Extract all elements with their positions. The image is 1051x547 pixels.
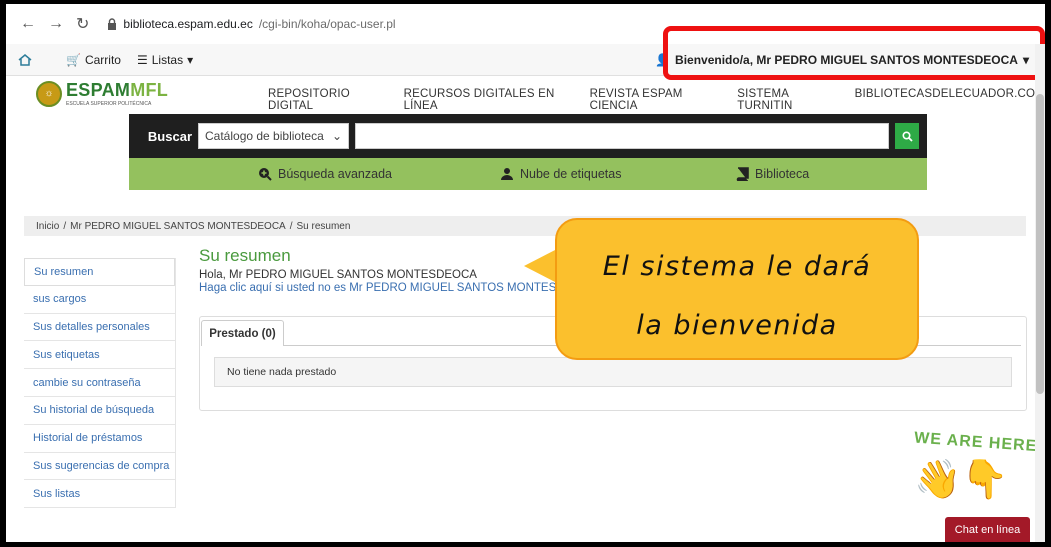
sidebar-item-summary[interactable]: Su resumen (24, 258, 175, 286)
lists-menu[interactable]: ☰ Listas ▾ (137, 53, 193, 67)
sidebar-item-suggestions[interactable]: Sus sugerencias de compra (24, 453, 175, 481)
nav-link-turnitin[interactable]: SISTEMA TURNITIN (737, 88, 832, 112)
sidebar-item-charges[interactable]: sus cargos (24, 286, 175, 314)
back-icon[interactable]: ← (20, 15, 36, 33)
search-scope-value: Catálogo de biblioteca (205, 129, 324, 143)
search-input[interactable] (355, 123, 889, 149)
breadcrumb-user[interactable]: Mr PEDRO MIGUEL SANTOS MONTESDEOCA (70, 221, 286, 232)
sidebar-item-password[interactable]: cambie su contraseña (24, 369, 175, 397)
scrollbar[interactable] (1035, 44, 1045, 542)
logo-brand: ESPAMMFL (66, 80, 169, 100)
callout-tail (524, 249, 557, 283)
lock-icon (107, 18, 117, 30)
top-nav: REPOSITORIO DIGITAL RECURSOS DIGITALES E… (268, 88, 1045, 112)
search-scope-select[interactable]: Catálogo de biblioteca ⌄ (198, 123, 349, 149)
chat-button[interactable]: Chat en línea (945, 517, 1030, 542)
waving-hands-icon: 👋👇 (914, 459, 1009, 501)
tag-cloud-link[interactable]: Nube de etiquetas (500, 167, 621, 181)
search-label: Buscar (147, 128, 192, 144)
sidebar-item-loan-history[interactable]: Historial de préstamos (24, 425, 175, 453)
home-icon[interactable] (18, 53, 32, 66)
reload-icon[interactable]: ↻ (76, 14, 89, 34)
breadcrumb-current: Su resumen (296, 220, 351, 232)
sidebar-item-lists[interactable]: Sus listas (24, 480, 175, 509)
lists-label: Listas (151, 52, 184, 67)
green-nav-bar: Búsqueda avanzada Nube de etiquetas Bibl… (129, 158, 927, 190)
seal-icon: ☼ (36, 80, 62, 107)
sidebar-item-search-history[interactable]: Su historial de búsqueda (24, 397, 175, 425)
advanced-search-label: Búsqueda avanzada (278, 167, 392, 181)
header-row: ☼ ESPAMMFL ESCUELA SUPERIOR POLITÉCNICA … (6, 76, 1045, 112)
not-you-link[interactable]: Haga clic aquí si usted no es Mr PEDRO M… (199, 282, 581, 294)
chevron-down-icon: ▾ (187, 52, 194, 67)
nav-link-repositorio[interactable]: REPOSITORIO DIGITAL (268, 88, 382, 112)
address-bar[interactable]: biblioteca.espam.edu.ec/cgi-bin/koha/opa… (107, 17, 396, 31)
nav-link-recursos[interactable]: RECURSOS DIGITALES EN LÍNEA (404, 88, 568, 112)
logo-subtitle: ESCUELA SUPERIOR POLITÉCNICA (66, 101, 152, 107)
cart-label: Carrito (84, 52, 121, 67)
callout-line-2: la bienvenida (636, 310, 838, 341)
users-icon (500, 167, 514, 181)
highlight-box (663, 26, 1045, 80)
search-bar: Buscar Catálogo de biblioteca ⌄ (129, 114, 927, 158)
we-are-here-badge: WE ARE HERE! (913, 429, 1045, 456)
cart-icon: 🛒 (66, 52, 81, 67)
cart-link[interactable]: 🛒 Carrito (66, 53, 121, 67)
zoom-plus-icon (258, 167, 272, 181)
book-icon (736, 167, 749, 181)
search-icon (901, 130, 913, 142)
library-link[interactable]: Biblioteca (736, 167, 809, 181)
chevron-down-icon: ⌄ (331, 129, 342, 143)
list-icon: ☰ (136, 52, 148, 67)
breadcrumb-home[interactable]: Inicio (36, 221, 59, 232)
search-button[interactable] (895, 123, 919, 149)
breadcrumb-separator: / (63, 220, 67, 232)
browser-window: ← → ↻ biblioteca.espam.edu.ec/cgi-bin/ko… (6, 4, 1045, 542)
espam-logo[interactable]: ☼ ESPAMMFL ESCUELA SUPERIOR POLITÉCNICA (36, 80, 168, 107)
nav-link-revista[interactable]: REVISTA ESPAM CIENCIA (590, 88, 716, 112)
breadcrumb-separator: / (289, 220, 293, 232)
tag-cloud-label: Nube de etiquetas (520, 167, 622, 181)
sidebar-item-personal-details[interactable]: Sus detalles personales (24, 314, 175, 342)
forward-icon[interactable]: → (48, 15, 64, 33)
url-domain: biblioteca.espam.edu.ec (123, 17, 253, 31)
tab-checkouts[interactable]: Prestado (0) (201, 320, 284, 346)
user-sidebar: Su resumen sus cargos Sus detalles perso… (24, 258, 176, 509)
url-path: /cgi-bin/koha/opac-user.pl (258, 17, 396, 31)
sidebar-item-tags[interactable]: Sus etiquetas (24, 341, 175, 370)
library-label: Biblioteca (755, 167, 810, 181)
callout-line-1: El sistema le dará (602, 251, 872, 282)
advanced-search-link[interactable]: Búsqueda avanzada (258, 167, 392, 181)
scrollbar-thumb[interactable] (1036, 94, 1044, 394)
empty-message: No tiene nada prestado (214, 357, 1012, 387)
nav-link-bibliotecas[interactable]: BIBLIOTECASDELECUADOR.COM (855, 88, 1045, 112)
